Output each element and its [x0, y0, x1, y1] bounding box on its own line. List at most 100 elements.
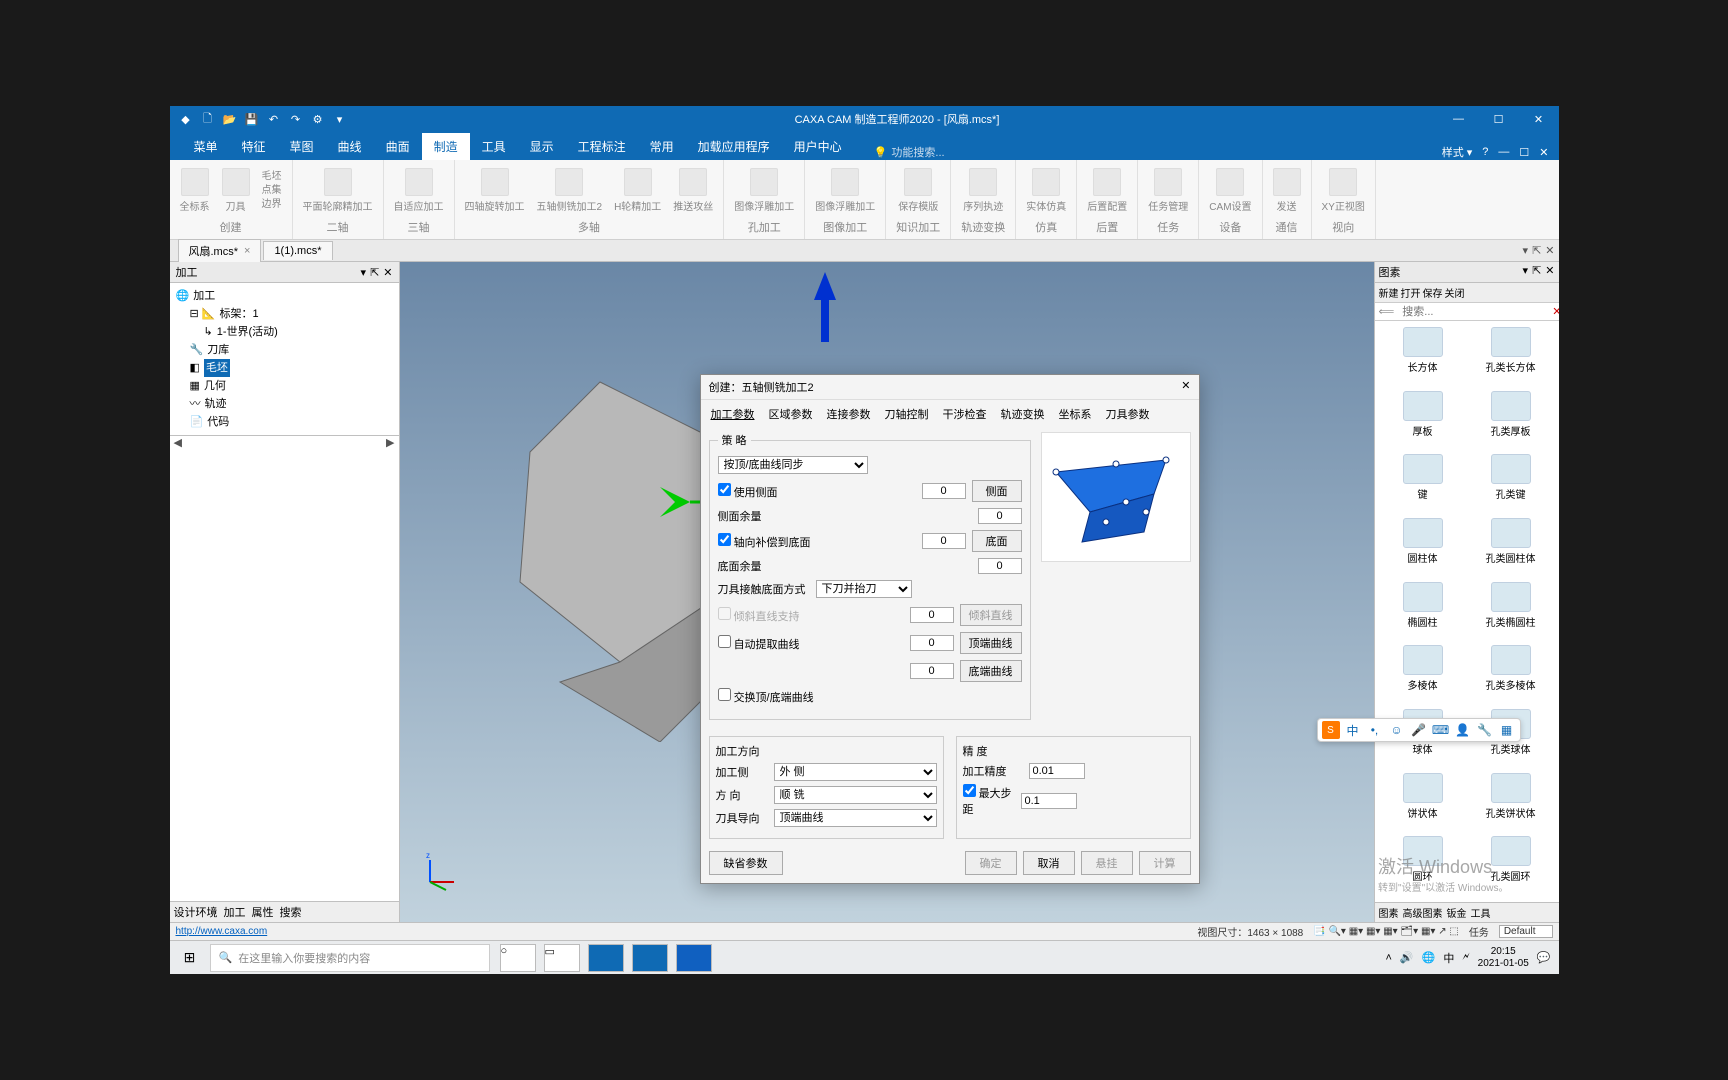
close-button[interactable]: ✕ [1519, 106, 1559, 132]
shape-item[interactable]: 孔类厚板 [1469, 391, 1553, 451]
status-default[interactable]: Default [1499, 925, 1553, 938]
shape-item[interactable]: 孔类椭圆柱 [1469, 582, 1553, 642]
rb-5ax[interactable]: 五轴侧铣加工2 [537, 168, 603, 213]
doctab-menu-icon[interactable]: ▾ [1523, 244, 1529, 257]
rp-open[interactable]: 打开 [1401, 285, 1421, 300]
rb-sim[interactable]: 实体仿真 [1026, 168, 1066, 213]
tab-annotation[interactable]: 工程标注 [566, 133, 638, 160]
ime-cn-icon[interactable]: 中 [1344, 721, 1362, 739]
doctab-2[interactable]: 1(1).mcs* [263, 241, 332, 260]
tree-node[interactable]: 📄 代码 [176, 413, 393, 431]
rb-post[interactable]: 后置配置 [1087, 168, 1127, 213]
mdi-minimize-icon[interactable]: — [1498, 146, 1509, 158]
ime-logo-icon[interactable]: S [1322, 721, 1340, 739]
tab-surface[interactable]: 曲面 [374, 133, 422, 160]
tray-notif-icon[interactable]: 💬 [1537, 951, 1551, 964]
tool-guide-select[interactable]: 顶端曲线 [774, 809, 937, 827]
btab-props[interactable]: 属性 [252, 904, 274, 920]
shape-item[interactable]: 孔类饼状体 [1469, 773, 1553, 833]
ime-grid-icon[interactable]: ▦ [1498, 721, 1516, 739]
rb-tool[interactable]: 刀具 [222, 168, 250, 213]
ime-kbd-icon[interactable]: ⌨ [1432, 721, 1450, 739]
mdi-restore-icon[interactable]: ☐ [1519, 146, 1529, 159]
mdi-close-icon[interactable]: ✕ [1539, 146, 1548, 159]
shape-item[interactable]: 厚板 [1381, 391, 1465, 451]
bottom-button[interactable]: 底面 [972, 530, 1022, 552]
style-dropdown[interactable]: 样式 ▾ [1442, 144, 1473, 160]
rp-search-input[interactable] [1398, 303, 1548, 320]
use-side-value[interactable] [922, 483, 966, 499]
tree-node[interactable]: ▦ 几何 [176, 377, 393, 395]
axial-comp-value[interactable] [922, 533, 966, 549]
dtab-connect[interactable]: 连接参数 [823, 404, 875, 424]
direction-select[interactable]: 顺 铣 [774, 786, 937, 804]
rb-dev[interactable]: CAM设置 [1209, 168, 1251, 213]
swap-curves-checkbox[interactable] [718, 688, 731, 701]
rp-search-clear-icon[interactable]: ✕ [1548, 303, 1558, 320]
rb-tap[interactable]: 推送攻丝 [673, 168, 713, 213]
rb-4ax[interactable]: 四轴旋转加工 [465, 168, 525, 213]
auto-extract-value2[interactable] [910, 663, 954, 679]
tree-node[interactable]: ⊟ 📐 标架：1 [176, 305, 393, 323]
top-curve-button[interactable]: 顶端曲线 [960, 632, 1022, 654]
rb-comm[interactable]: 发送 [1273, 168, 1301, 213]
rp-back-icon[interactable]: ⟸ [1375, 303, 1399, 320]
btab-machining[interactable]: 加工 [224, 904, 246, 920]
bottom-curve-button[interactable]: 底端曲线 [960, 660, 1022, 682]
lp-close-icon[interactable]: ✕ [383, 266, 392, 279]
tab-curve[interactable]: 曲线 [326, 133, 374, 160]
tray-power-icon[interactable]: 🗲 [1462, 951, 1469, 964]
precision-value[interactable] [1029, 763, 1085, 779]
tray-wifi-icon[interactable]: 🔊 [1400, 951, 1414, 964]
shape-item[interactable]: 孔类长方体 [1469, 327, 1553, 387]
rp-pin-icon[interactable]: ⇱ [1532, 264, 1541, 280]
use-side-checkbox[interactable] [718, 483, 731, 496]
tree-node[interactable]: 〰 轨迹 [176, 395, 393, 413]
tab-user[interactable]: 用户中心 [782, 133, 854, 160]
task-app1-icon[interactable] [588, 944, 624, 972]
ribbon-search[interactable]: 💡 功能搜索... [874, 144, 945, 160]
rb-cs[interactable]: 全标系 [180, 168, 210, 213]
rtab-basic[interactable]: 图素 [1379, 905, 1399, 920]
auto-extract-value[interactable] [910, 635, 954, 651]
taskbar-clock[interactable]: 20:152021-01-05 [1478, 946, 1529, 970]
defaults-button[interactable]: 缺省参数 [709, 851, 783, 875]
rp-close-icon[interactable]: ✕ [1545, 264, 1554, 280]
dialog-close-icon[interactable]: ✕ [1181, 379, 1190, 395]
lp-pin-icon[interactable]: ⇱ [370, 266, 379, 279]
tab-feature[interactable]: 特征 [230, 133, 278, 160]
rb-hole[interactable]: 图像浮雕加工 [734, 168, 794, 213]
shape-item[interactable]: 椭圆柱 [1381, 582, 1465, 642]
shape-item[interactable]: 键 [1381, 454, 1465, 514]
dtab-transform[interactable]: 轨迹变换 [997, 404, 1049, 424]
machining-side-select[interactable]: 外 侧 [774, 763, 937, 781]
help-icon[interactable]: ? [1482, 146, 1488, 158]
minimize-button[interactable]: — [1439, 106, 1479, 132]
side-margin-value[interactable] [978, 508, 1022, 524]
shape-item[interactable]: 长方体 [1381, 327, 1465, 387]
btab-search[interactable]: 搜索 [280, 904, 302, 920]
cancel-button[interactable]: 取消 [1023, 851, 1075, 875]
rb-img[interactable]: 图像浮雕加工 [815, 168, 875, 213]
tree-node[interactable]: 🌐 加工 [176, 287, 393, 305]
ime-emoji-icon[interactable]: ☺ [1388, 721, 1406, 739]
ime-voice-icon[interactable]: 🎤 [1410, 721, 1428, 739]
tray-up-icon[interactable]: ˄ [1385, 952, 1391, 964]
shape-item[interactable]: 孔类多棱体 [1469, 645, 1553, 705]
shape-item[interactable]: 多棱体 [1381, 645, 1465, 705]
shape-item[interactable]: 孔类键 [1469, 454, 1553, 514]
tab-manufacture[interactable]: 制造 [422, 133, 470, 160]
qat-redo-icon[interactable]: ↷ [288, 111, 304, 127]
dtab-axis[interactable]: 刀轴控制 [881, 404, 933, 424]
task-cortana-icon[interactable]: ○ [500, 944, 536, 972]
tilt-value[interactable] [910, 607, 954, 623]
rtab-tool[interactable]: 工具 [1471, 905, 1491, 920]
tree-node-selected[interactable]: ◧ 毛坯 [176, 359, 393, 377]
ime-tool-icon[interactable]: 🔧 [1476, 721, 1494, 739]
shape-item[interactable]: 孔类圆柱体 [1469, 518, 1553, 578]
btab-design[interactable]: 设计环境 [174, 904, 218, 920]
maximize-button[interactable]: ☐ [1479, 106, 1519, 132]
qat-render-icon[interactable]: ⚙ [310, 111, 326, 127]
rb-3ax[interactable]: 自适应加工 [394, 168, 444, 213]
rb-know[interactable]: 保存模版 [898, 168, 938, 213]
